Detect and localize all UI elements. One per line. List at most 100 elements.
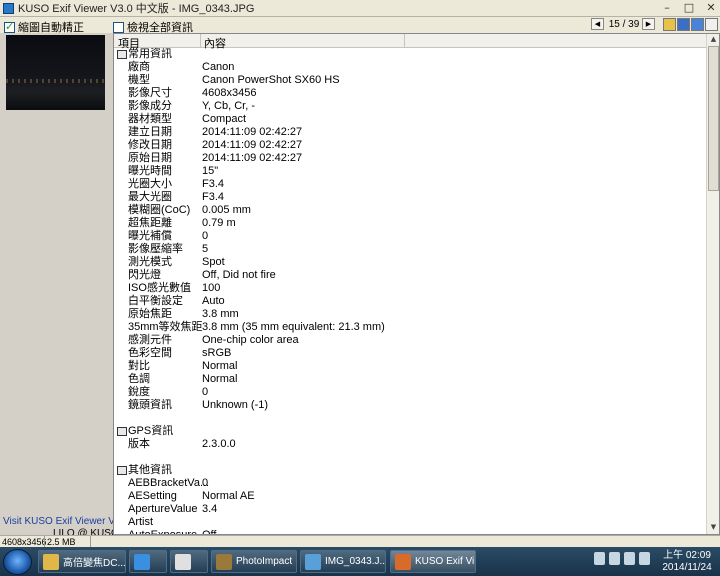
table-row[interactable]: 超焦距離 0.79 m [114, 217, 706, 230]
tray-icon[interactable] [624, 552, 635, 565]
start-button[interactable] [3, 549, 32, 575]
scrollbar-thumb[interactable] [708, 46, 719, 191]
kuso-icon [395, 553, 411, 570]
status-bar: 4608x3456 2.5 MB [0, 535, 720, 548]
app-icon [3, 2, 14, 14]
exif-key: 對比 [128, 360, 150, 372]
window-controls: – □ ✕ [660, 1, 718, 14]
section-row[interactable]: GPS資訊 [114, 425, 706, 438]
taskbar-button-label: KUSO Exif Vi... [415, 556, 476, 567]
minimize-button[interactable]: – [660, 1, 674, 14]
table-row[interactable]: 鏡頭資訊 Unknown (-1) [114, 399, 706, 412]
exif-value: 2014:11:09 02:42:27 [202, 152, 303, 164]
exif-key: 色調 [128, 373, 150, 385]
info-icon[interactable] [705, 18, 718, 31]
clock[interactable]: 上午 02:09 2014/11/24 [657, 550, 717, 574]
table-row[interactable]: 光圈大小 F3.4 [114, 178, 706, 191]
column-divider[interactable] [404, 34, 405, 48]
table-row[interactable]: 模糊圈(CoC) 0.005 mm [114, 204, 706, 217]
maximize-button[interactable]: □ [682, 1, 696, 14]
exif-key: 廠商 [128, 61, 150, 73]
exif-value: sRGB [202, 347, 232, 359]
column-divider[interactable] [200, 34, 201, 48]
spacer-row [114, 412, 706, 425]
taskbar-button-label: PhotoImpact [236, 556, 293, 567]
exif-value: Y, Cb, Cr, - [202, 100, 255, 112]
show-all-checkbox[interactable] [113, 21, 124, 33]
exif-key: 版本 [128, 438, 150, 450]
table-row[interactable]: 色彩空間 sRGB [114, 347, 706, 360]
table-row[interactable]: 影像壓縮率 5 [114, 243, 706, 256]
tray-icon[interactable] [609, 552, 620, 565]
table-row[interactable]: 影像成分 Y, Cb, Cr, - [114, 100, 706, 113]
table-row[interactable]: 器材類型 Compact [114, 113, 706, 126]
volume-icon[interactable] [639, 552, 650, 565]
table-row[interactable]: 原始日期 2014:11:09 02:42:27 [114, 152, 706, 165]
table-row[interactable]: AESetting Normal AE [114, 490, 706, 503]
taskbar-button[interactable]: KUSO Exif Vi... [390, 550, 476, 573]
table-row[interactable]: 閃光燈 Off, Did not fire [114, 269, 706, 282]
export-icon[interactable] [691, 18, 704, 31]
taskbar-button[interactable] [170, 550, 208, 573]
scroll-down-icon[interactable]: ▼ [708, 522, 719, 533]
auto-scale-checkbox[interactable] [4, 20, 15, 33]
exif-value: 3.4 [202, 503, 218, 515]
exif-key: 曝光補償 [128, 230, 172, 242]
exif-value: Spot [202, 256, 225, 268]
table-row[interactable]: AEBBracketVa... 0 [114, 477, 706, 490]
table-row[interactable]: 影像尺寸 4608x3456 [114, 87, 706, 100]
table-row[interactable]: 35mm等效焦距 3.8 mm (35 mm equivalent: 21.3 m… [114, 321, 706, 334]
section-row[interactable]: 其他資訊 [114, 464, 706, 477]
exif-value: Auto [202, 295, 225, 307]
save-icon[interactable] [677, 18, 690, 31]
exif-value: F3.4 [202, 191, 225, 203]
exif-value: 4608x3456 [202, 87, 257, 99]
visit-link[interactable]: Visit KUSO Exif Viewer V3.0 [3, 516, 115, 527]
section-row[interactable]: 常用資訊 [114, 48, 706, 61]
table-row[interactable]: 建立日期 2014:11:09 02:42:27 [114, 126, 706, 139]
table-row[interactable]: Artist [114, 516, 706, 529]
exif-value: 0 [202, 230, 209, 242]
table-row[interactable]: 最大光圈 F3.4 [114, 191, 706, 204]
exif-value: 2.3.0.0 [202, 438, 236, 450]
table-row[interactable]: 白平衡設定 Auto [114, 295, 706, 308]
table-row[interactable]: 修改日期 2014:11:09 02:42:27 [114, 139, 706, 152]
window-title: KUSO Exif Viewer V3.0 中文版 - IMG_0343.JPG [18, 3, 255, 15]
table-row[interactable]: 色調 Normal [114, 373, 706, 386]
vertical-scrollbar[interactable]: ▲ ▼ [706, 34, 719, 534]
table-row[interactable]: ApertureValue 3.4 [114, 503, 706, 516]
table-row[interactable]: 感測元件 One-chip color area [114, 334, 706, 347]
scroll-up-icon[interactable]: ▲ [708, 34, 719, 45]
table-row[interactable]: ISO感光數值 100 [114, 282, 706, 295]
table-row[interactable]: 原始焦距 3.8 mm [114, 308, 706, 321]
table-row[interactable]: 機型 Canon PowerShot SX60 HS [114, 74, 706, 87]
table-row[interactable]: 廠商 Canon [114, 61, 706, 74]
title-bar: KUSO Exif Viewer V3.0 中文版 - IMG_0343.JPG… [0, 0, 720, 17]
close-button[interactable]: ✕ [704, 1, 718, 14]
exif-key: 原始日期 [128, 152, 172, 164]
table-row[interactable]: 曝光時間 15" [114, 165, 706, 178]
image-icon [305, 553, 321, 570]
table-row[interactable]: 版本 2.3.0.0 [114, 438, 706, 451]
taskbar-button[interactable]: PhotoImpact [211, 550, 297, 573]
table-row[interactable]: 曝光補償 0 [114, 230, 706, 243]
exif-value: Off, Did not fire [202, 269, 276, 281]
next-image-button[interactable]: ▶ [642, 18, 655, 30]
exif-key: 閃光燈 [128, 269, 161, 281]
exif-key: 超焦距離 [128, 217, 172, 229]
exif-rows: 常用資訊 廠商 Canon 機型 Canon PowerShot SX60 HS 影像尺寸… [114, 48, 706, 534]
taskbar-button[interactable] [129, 550, 167, 573]
taskbar-button[interactable]: 高倍變焦DC... [38, 550, 126, 573]
table-row[interactable]: 測光模式 Spot [114, 256, 706, 269]
clock-time: 上午 02:09 [663, 550, 711, 561]
exif-key: 銳度 [128, 386, 150, 398]
tray-icon[interactable] [594, 552, 605, 565]
open-folder-icon[interactable] [663, 18, 676, 31]
exif-value: One-chip color area [202, 334, 299, 346]
taskbar-button[interactable]: IMG_0343.J... [300, 550, 386, 573]
thumbnail-panel: Visit KUSO Exif Viewer V3.0 LILO @ KUSO.… [0, 33, 115, 539]
exif-key: 影像成分 [128, 100, 172, 112]
prev-image-button[interactable]: ◀ [591, 18, 604, 30]
table-row[interactable]: 銳度 0 [114, 386, 706, 399]
table-row[interactable]: 對比 Normal [114, 360, 706, 373]
